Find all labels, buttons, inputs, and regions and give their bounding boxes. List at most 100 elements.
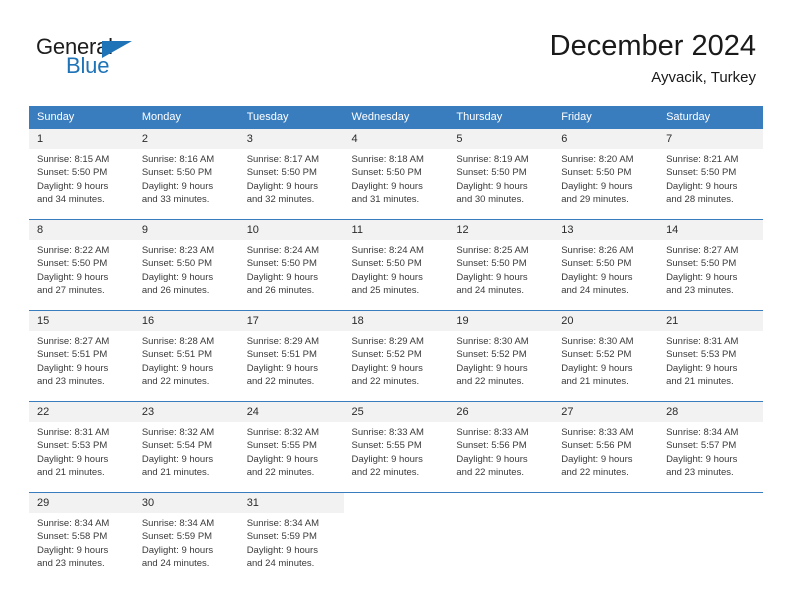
day-cell-content: 22 Sunrise: 8:31 AM Sunset: 5:53 PM Dayligh…	[29, 402, 134, 484]
calendar-day-cell	[658, 492, 763, 575]
calendar-day-cell[interactable]: 22 Sunrise: 8:31 AM Sunset: 5:53 PM Dayligh…	[29, 401, 134, 484]
daylight-text-line1: Daylight: 9 hours	[561, 453, 633, 465]
sunrise-text: Sunrise: 8:25 AM	[456, 245, 529, 256]
calendar-day-cell[interactable]: 25 Sunrise: 8:33 AM Sunset: 5:55 PM Dayligh…	[343, 401, 449, 484]
daylight-text-line2: and 26 minutes.	[246, 285, 315, 297]
calendar-day-cell[interactable]: 8 Sunrise: 8:22 AM Sunset: 5:50 PM Daylight…	[29, 219, 134, 302]
day-number: 31	[238, 493, 344, 513]
calendar-day-cell[interactable]: 4 Sunrise: 8:18 AM Sunset: 5:50 PM Daylight…	[343, 128, 449, 211]
sunset-text: Sunset: 5:55 PM	[351, 440, 422, 452]
generalblue-logo[interactable]: General Blue	[36, 36, 166, 82]
calendar-day-cell[interactable]: 7 Sunrise: 8:21 AM Sunset: 5:50 PM Daylight…	[658, 128, 763, 211]
sunset-text: Sunset: 5:53 PM	[666, 349, 737, 361]
calendar-day-cell[interactable]: 18 Sunrise: 8:29 AM Sunset: 5:52 PM Dayligh…	[343, 310, 449, 393]
day-number: 11	[343, 220, 449, 240]
day-details: Sunrise: 8:29 AM Sunset: 5:51 PM Daylight:…	[239, 331, 344, 389]
daylight-text-line2: and 25 minutes.	[351, 285, 420, 297]
week-row-gap-cell	[553, 302, 659, 311]
day-cell-content: 29 Sunrise: 8:34 AM Sunset: 5:58 PM Dayligh…	[29, 493, 134, 575]
day-number: 21	[658, 311, 763, 331]
day-cell-content: 30 Sunrise: 8:34 AM Sunset: 5:59 PM Dayligh…	[133, 493, 239, 575]
calendar-day-cell[interactable]: 16 Sunrise: 8:28 AM Sunset: 5:51 PM Dayligh…	[133, 310, 239, 393]
day-cell-content: 11 Sunrise: 8:24 AM Sunset: 5:50 PM Dayligh…	[343, 220, 449, 302]
calendar-day-cell[interactable]: 19 Sunrise: 8:30 AM Sunset: 5:52 PM Dayligh…	[448, 310, 554, 393]
calendar-day-cell[interactable]: 5 Sunrise: 8:19 AM Sunset: 5:50 PM Daylight…	[448, 128, 554, 211]
week-row-gap	[29, 211, 763, 220]
daylight-text-line1: Daylight: 9 hours	[246, 453, 318, 465]
day-number: 20	[553, 311, 659, 331]
calendar-day-cell[interactable]: 6 Sunrise: 8:20 AM Sunset: 5:50 PM Daylight…	[553, 128, 659, 211]
page-title: December 2024	[549, 30, 756, 62]
calendar-day-cell[interactable]: 13 Sunrise: 8:26 AM Sunset: 5:50 PM Dayligh…	[553, 219, 659, 302]
calendar-day-cell[interactable]: 30 Sunrise: 8:34 AM Sunset: 5:59 PM Dayligh…	[133, 492, 239, 575]
day-number: 1	[29, 129, 134, 149]
week-row-gap-cell	[29, 211, 134, 220]
calendar-grid: Sunday Monday Tuesday Wednesday Thursday…	[29, 106, 763, 575]
day-details: Sunrise: 8:30 AM Sunset: 5:52 PM Daylight:…	[553, 331, 658, 389]
day-details: Sunrise: 8:31 AM Sunset: 5:53 PM Daylight:…	[658, 331, 763, 389]
sunset-text: Sunset: 5:50 PM	[141, 167, 213, 179]
sunrise-text: Sunrise: 8:26 AM	[561, 245, 634, 256]
calendar-week-row: 8 Sunrise: 8:22 AM Sunset: 5:50 PM Daylight…	[29, 219, 763, 302]
day-details: Sunrise: 8:30 AM Sunset: 5:52 PM Daylight:…	[448, 331, 553, 389]
calendar-day-cell[interactable]: 26 Sunrise: 8:33 AM Sunset: 5:56 PM Dayligh…	[448, 401, 554, 484]
day-number: 10	[238, 220, 344, 240]
daylight-text-line1: Daylight: 9 hours	[246, 544, 318, 556]
calendar-day-cell[interactable]: 21 Sunrise: 8:31 AM Sunset: 5:53 PM Dayligh…	[658, 310, 763, 393]
calendar-day-cell[interactable]: 10 Sunrise: 8:24 AM Sunset: 5:50 PM Dayligh…	[238, 219, 344, 302]
logo-text-blue: Blue	[66, 53, 110, 78]
day-number: 15	[29, 311, 134, 331]
calendar-day-cell[interactable]: 1 Sunrise: 8:15 AM Sunset: 5:50 PM Daylight…	[29, 128, 134, 211]
sunset-text: Sunset: 5:50 PM	[351, 167, 422, 179]
calendar-day-cell[interactable]: 3 Sunrise: 8:17 AM Sunset: 5:50 PM Daylight…	[238, 128, 344, 211]
day-number: 4	[343, 129, 449, 149]
daylight-text-line1: Daylight: 9 hours	[456, 453, 528, 465]
daylight-text-line1: Daylight: 9 hours	[37, 271, 109, 283]
day-number: 22	[29, 402, 134, 422]
calendar-day-cell[interactable]: 24 Sunrise: 8:32 AM Sunset: 5:55 PM Dayligh…	[238, 401, 344, 484]
day-cell-content: 18 Sunrise: 8:29 AM Sunset: 5:52 PM Dayligh…	[343, 311, 449, 393]
daylight-text-line2: and 23 minutes.	[666, 467, 734, 479]
daylight-text-line1: Daylight: 9 hours	[456, 271, 528, 283]
day-number: 27	[553, 402, 659, 422]
calendar-day-cell[interactable]: 27 Sunrise: 8:33 AM Sunset: 5:56 PM Dayligh…	[553, 401, 659, 484]
daylight-text-line1: Daylight: 9 hours	[666, 453, 738, 465]
sunset-text: Sunset: 5:59 PM	[141, 531, 213, 543]
day-number: 23	[133, 402, 239, 422]
sunrise-text: Sunrise: 8:27 AM	[666, 245, 739, 256]
sunrise-text: Sunrise: 8:34 AM	[37, 518, 110, 529]
week-row-gap-cell	[448, 393, 554, 402]
calendar-day-cell[interactable]: 23 Sunrise: 8:32 AM Sunset: 5:54 PM Dayligh…	[133, 401, 239, 484]
calendar-day-cell[interactable]: 29 Sunrise: 8:34 AM Sunset: 5:58 PM Dayligh…	[29, 492, 134, 575]
calendar-day-cell[interactable]: 14 Sunrise: 8:27 AM Sunset: 5:50 PM Dayligh…	[658, 219, 763, 302]
daylight-text-line2: and 22 minutes.	[456, 376, 524, 388]
daylight-text-line2: and 26 minutes.	[141, 285, 210, 297]
sunrise-text: Sunrise: 8:30 AM	[561, 336, 634, 347]
sunrise-text: Sunrise: 8:33 AM	[456, 427, 529, 438]
calendar-day-cell[interactable]: 11 Sunrise: 8:24 AM Sunset: 5:50 PM Dayligh…	[343, 219, 449, 302]
week-row-gap-cell	[658, 302, 763, 311]
sunset-text: Sunset: 5:56 PM	[456, 440, 527, 452]
sunset-text: Sunset: 5:51 PM	[246, 349, 317, 361]
week-row-gap	[29, 393, 763, 402]
calendar-week-row: 1 Sunrise: 8:15 AM Sunset: 5:50 PM Daylight…	[29, 128, 763, 211]
daylight-text-line2: and 28 minutes.	[666, 194, 734, 206]
calendar-day-cell[interactable]: 20 Sunrise: 8:30 AM Sunset: 5:52 PM Dayligh…	[553, 310, 659, 393]
day-cell-content: 15 Sunrise: 8:27 AM Sunset: 5:51 PM Dayligh…	[29, 311, 134, 393]
day-cell-content: 3 Sunrise: 8:17 AM Sunset: 5:50 PM Daylight…	[238, 129, 344, 211]
calendar-day-cell[interactable]: 31 Sunrise: 8:34 AM Sunset: 5:59 PM Dayligh…	[238, 492, 344, 575]
calendar-day-cell[interactable]: 15 Sunrise: 8:27 AM Sunset: 5:51 PM Dayligh…	[29, 310, 134, 393]
calendar-day-cell[interactable]: 2 Sunrise: 8:16 AM Sunset: 5:50 PM Daylight…	[133, 128, 239, 211]
sunset-text: Sunset: 5:52 PM	[351, 349, 422, 361]
calendar-day-cell[interactable]: 9 Sunrise: 8:23 AM Sunset: 5:50 PM Daylight…	[133, 219, 239, 302]
sunrise-text: Sunrise: 8:31 AM	[37, 427, 110, 438]
daylight-text-line1: Daylight: 9 hours	[456, 180, 528, 192]
day-number: 14	[658, 220, 763, 240]
title-block: December 2024 Ayvacik, Turkey	[550, 30, 756, 87]
daylight-text-line2: and 22 minutes.	[141, 376, 210, 388]
daylight-text-line1: Daylight: 9 hours	[351, 362, 423, 374]
calendar-day-cell[interactable]: 17 Sunrise: 8:29 AM Sunset: 5:51 PM Dayligh…	[238, 310, 344, 393]
daylight-text-line2: and 29 minutes.	[561, 194, 629, 206]
calendar-day-cell[interactable]: 12 Sunrise: 8:25 AM Sunset: 5:50 PM Dayligh…	[448, 219, 554, 302]
calendar-day-cell[interactable]: 28 Sunrise: 8:34 AM Sunset: 5:57 PM Dayligh…	[658, 401, 763, 484]
